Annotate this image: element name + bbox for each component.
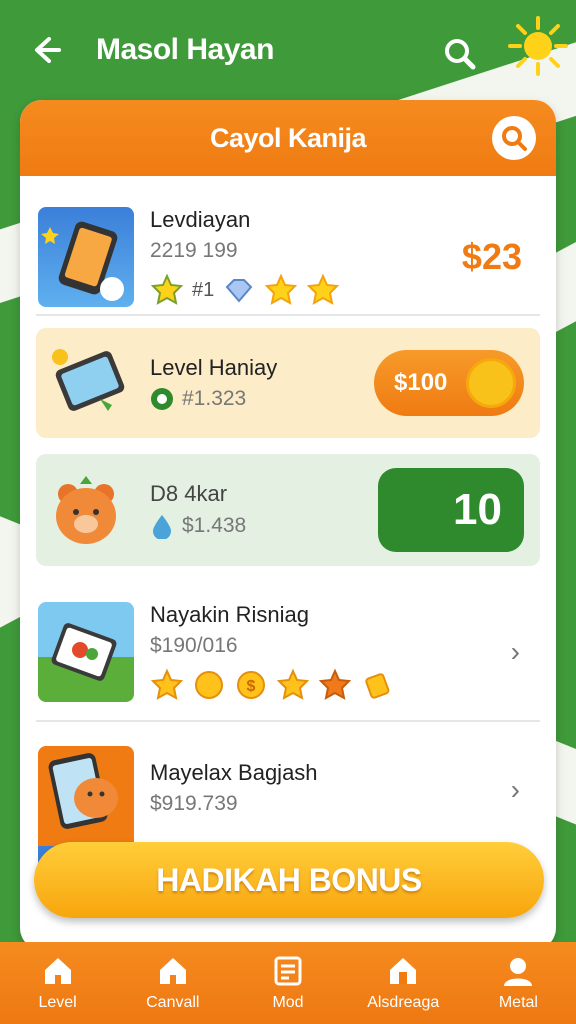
chevron-right-icon[interactable]: ›	[511, 636, 520, 668]
bear-thumbnail	[38, 460, 134, 560]
buy-button-label: $100	[394, 369, 448, 396]
tab-level[interactable]: Level	[0, 942, 115, 1024]
tab-label: Canvall	[146, 994, 200, 1011]
item-price: $23	[461, 236, 522, 277]
quantity-label: 10	[453, 485, 502, 534]
back-arrow-icon[interactable]	[26, 30, 66, 70]
drop-icon	[153, 515, 171, 539]
gift-icon	[365, 673, 390, 699]
tab-label: Mod	[272, 994, 304, 1011]
coin-icon: $	[237, 671, 265, 699]
star-icon	[307, 273, 340, 305]
star-icon	[150, 668, 184, 700]
star-icon	[150, 273, 184, 305]
reward-icons: #1	[150, 273, 340, 307]
phone-thumbnail	[38, 207, 134, 307]
bottom-tab-bar: Level Canvall Mod Alsdreaga Metal	[0, 942, 576, 1024]
item-name: Level Haniay	[150, 355, 278, 380]
tab-label: Metal	[498, 994, 538, 1011]
panel-header: Cayol Kanija	[20, 100, 556, 176]
search-icon	[502, 126, 527, 151]
coin-icon	[466, 358, 516, 408]
item-subtitle: $190/016	[150, 634, 238, 657]
bonus-button[interactable]: HADIKAH BONUS	[34, 842, 544, 918]
chevron-right-icon[interactable]: ›	[511, 774, 520, 806]
svg-text:$: $	[247, 678, 256, 695]
item-badge: #1	[192, 278, 215, 301]
list-item[interactable]: Levdiayan 2219 199 #1 $23	[36, 200, 540, 316]
coin-icon	[195, 671, 223, 699]
star-icon	[265, 273, 298, 305]
quantity-button[interactable]: 10	[378, 468, 524, 552]
list-item[interactable]: D8 4kar $1.438 10	[36, 454, 540, 566]
item-name: D8 4kar	[150, 481, 228, 506]
main-panel: Cayol Kanija Levdiayan 2219 199 #1 $23 L…	[20, 100, 556, 950]
item-name: Levdiayan	[150, 207, 251, 232]
panel-title: Cayol Kanija	[209, 122, 367, 153]
document-icon	[274, 956, 302, 986]
green-badge-icon	[151, 388, 173, 410]
item-name: Nayakin Risniag	[150, 602, 309, 627]
house-icon	[390, 958, 417, 984]
food-thumbnail	[38, 602, 134, 702]
item-subtitle: #1.323	[182, 387, 247, 410]
tab-label: Level	[38, 994, 77, 1011]
list-item[interactable]: Level Haniay #1.323 $100	[36, 328, 540, 438]
item-subtitle: 2219 199	[150, 239, 238, 262]
app-title: Masol Hayan	[96, 33, 274, 66]
user-icon	[504, 958, 533, 986]
badge-icon	[318, 668, 352, 700]
sun-icon	[506, 14, 570, 78]
tab-mod[interactable]: Mod	[230, 942, 345, 1024]
buy-button[interactable]: $100	[374, 350, 524, 416]
item-name: Mayelax Bagjash	[150, 760, 318, 785]
tab-alsdreaga[interactable]: Alsdreaga	[346, 942, 461, 1024]
top-app-bar: Masol Hayan	[0, 0, 576, 100]
panel-search-button[interactable]	[492, 116, 536, 160]
list-item[interactable]: Nayakin Risniag $190/016 $ ›	[36, 584, 540, 722]
reward-icons: $	[150, 668, 394, 702]
item-subtitle: $919.739	[150, 792, 238, 815]
tab-label: Alsdreaga	[367, 994, 440, 1011]
star-icon	[276, 668, 310, 700]
item-subtitle: $1.438	[182, 514, 247, 537]
tab-canvall[interactable]: Canvall	[115, 942, 230, 1024]
home-icon	[159, 958, 186, 984]
gem-icon	[225, 279, 253, 303]
tablet-thumbnail	[38, 333, 134, 433]
search-icon[interactable]	[440, 34, 480, 74]
tab-metal[interactable]: Metal	[461, 942, 576, 1024]
home-icon	[44, 958, 71, 984]
bonus-button-label: HADIKAH BONUS	[156, 861, 422, 898]
